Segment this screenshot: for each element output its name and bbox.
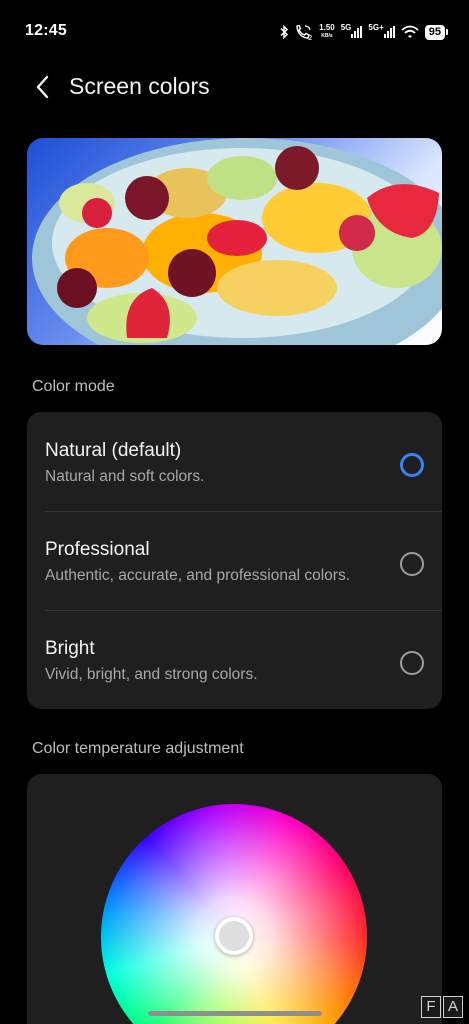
net-speed: 1.50 KB/s xyxy=(319,24,335,40)
call-icon: 2 xyxy=(295,24,313,40)
net-speed-unit: KB/s xyxy=(321,33,333,39)
mode-option-natural[interactable]: Natural (default) Natural and soft color… xyxy=(27,412,442,511)
wifi-icon xyxy=(401,25,419,39)
signal-icon: 5G+ xyxy=(368,22,395,38)
battery-icon: 95 xyxy=(424,24,449,40)
preview-image xyxy=(27,138,442,345)
net-speed-value: 1.50 xyxy=(319,23,335,32)
net1-label: 5G xyxy=(340,22,352,32)
status-time: 12:45 xyxy=(25,22,67,39)
watermark-logo: F A xyxy=(421,996,463,1018)
chevron-left-icon xyxy=(36,75,49,99)
radio-selected-icon[interactable] xyxy=(400,453,424,477)
mode-option-description: Authentic, accurate, and professional co… xyxy=(45,567,351,584)
mode-option-label: Bright xyxy=(45,638,95,659)
mode-option-professional[interactable]: Professional Authentic, accurate, and pr… xyxy=(27,511,442,610)
status-icons: 2 1.50 KB/s 5G 5G+ 95 xyxy=(279,22,449,42)
color-wheel-knob[interactable] xyxy=(215,917,253,955)
color-temperature-card xyxy=(27,774,442,1024)
mode-option-label: Professional xyxy=(45,539,150,560)
color-wheel[interactable] xyxy=(101,804,367,1024)
bluetooth-icon xyxy=(279,25,289,39)
home-indicator[interactable] xyxy=(148,1011,322,1016)
mode-option-description: Natural and soft colors. xyxy=(45,468,205,485)
color-temperature-title: Color temperature adjustment xyxy=(32,740,244,757)
app-header: Screen colors xyxy=(0,62,469,110)
mode-option-label: Natural (default) xyxy=(45,440,182,461)
svg-text:2: 2 xyxy=(308,34,312,40)
back-button[interactable] xyxy=(28,72,58,102)
color-mode-card: Natural (default) Natural and soft color… xyxy=(27,412,442,709)
mode-option-bright[interactable]: Bright Vivid, bright, and strong colors. xyxy=(27,610,442,709)
radio-unselected-icon[interactable] xyxy=(400,651,424,675)
watermark-letter: F xyxy=(421,996,441,1018)
mode-option-description: Vivid, bright, and strong colors. xyxy=(45,666,258,683)
color-mode-title: Color mode xyxy=(32,378,115,395)
signal-icon: 5G xyxy=(340,22,363,38)
watermark-letter: A xyxy=(443,996,463,1018)
radio-unselected-icon[interactable] xyxy=(400,552,424,576)
status-bar: 12:45 2 1.50 KB/s 5G 5G+ 95 xyxy=(0,0,469,62)
net2-label: 5G+ xyxy=(368,22,384,32)
page-title: Screen colors xyxy=(69,73,210,99)
